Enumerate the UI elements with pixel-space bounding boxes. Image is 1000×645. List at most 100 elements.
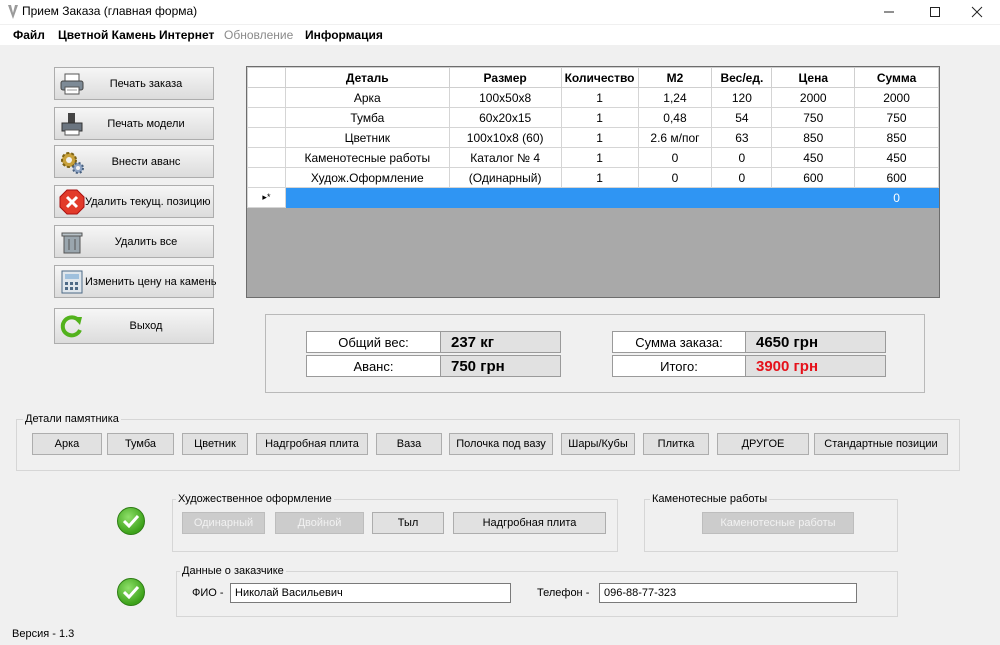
change-price-button[interactable]: Изменить цену на камень <box>54 265 217 298</box>
cell-quantity[interactable]: 1 <box>560 147 639 168</box>
table-row[interactable]: Цветник 100x10x8 (60) 1 2.6 м/пог 63 850… <box>247 127 939 148</box>
cell-detail[interactable]: Худож.Оформление <box>284 167 450 188</box>
detail-vase-button[interactable]: Ваза <box>376 433 442 455</box>
cell-size[interactable] <box>448 187 562 208</box>
detail-tile-button[interactable]: Плитка <box>643 433 709 455</box>
row-header[interactable] <box>247 167 286 188</box>
cell-quantity[interactable]: 1 <box>560 167 639 188</box>
cell-m2[interactable]: 0 <box>637 167 713 188</box>
detail-pedestal-button[interactable]: Тумба <box>107 433 174 455</box>
close-button[interactable] <box>954 0 1000 24</box>
table-row[interactable]: Тумба 60x20x15 1 0,48 54 750 750 <box>247 107 939 128</box>
menu-file[interactable]: Файл <box>13 28 45 42</box>
cell-weight[interactable]: 120 <box>711 87 773 108</box>
table-row[interactable]: Каменотесные работы Каталог № 4 1 0 0 45… <box>247 147 939 168</box>
cell-weight[interactable]: 63 <box>711 127 773 148</box>
cell-weight[interactable]: 0 <box>711 167 773 188</box>
detail-vase-shelf-button[interactable]: Полочка под вазу <box>449 433 553 455</box>
column-header-price[interactable]: Цена <box>771 67 856 88</box>
cell-sum[interactable]: 450 <box>854 147 939 168</box>
cell-quantity[interactable] <box>560 187 639 208</box>
advance-value: 750 грн <box>440 355 561 377</box>
cell-detail[interactable]: Цветник <box>284 127 450 148</box>
column-header-sum[interactable]: Сумма <box>854 67 939 88</box>
cell-quantity[interactable]: 1 <box>560 107 639 128</box>
delete-all-button[interactable]: Удалить все <box>54 225 214 258</box>
menu-update[interactable]: Обновление <box>224 28 293 42</box>
cell-size[interactable]: 60x20x15 <box>448 107 562 128</box>
cell-quantity[interactable]: 1 <box>560 127 639 148</box>
customer-name-label: ФИО - <box>192 587 224 599</box>
cell-detail[interactable] <box>284 187 450 208</box>
menu-information[interactable]: Информация <box>305 28 383 42</box>
cell-price[interactable]: 450 <box>771 147 856 168</box>
cell-size[interactable]: 100x50x8 <box>448 87 562 108</box>
new-row[interactable]: ▸* 0 <box>247 187 939 208</box>
customer-phone-label: Телефон - <box>537 587 590 599</box>
cell-sum[interactable]: 850 <box>854 127 939 148</box>
cell-weight[interactable]: 0 <box>711 147 773 168</box>
stonework-button[interactable]: Каменотесные работы <box>702 512 854 534</box>
row-header[interactable] <box>247 107 286 128</box>
cell-m2[interactable]: 1,24 <box>637 87 713 108</box>
row-header[interactable] <box>247 147 286 168</box>
row-header[interactable] <box>247 127 286 148</box>
advance-label: Аванс: <box>306 355 441 377</box>
cell-size[interactable]: Каталог № 4 <box>448 147 562 168</box>
cell-price[interactable]: 2000 <box>771 87 856 108</box>
maximize-button[interactable] <box>912 0 958 24</box>
cell-sum[interactable]: 600 <box>854 167 939 188</box>
order-grid[interactable]: Деталь Размер Количество М2 Вес/ед. Цена… <box>246 66 940 298</box>
cell-price[interactable]: 600 <box>771 167 856 188</box>
cell-sum[interactable]: 750 <box>854 107 939 128</box>
detail-flowerbed-button[interactable]: Цветник <box>182 433 248 455</box>
print-model-button[interactable]: Печать модели <box>54 107 214 140</box>
art-back-button[interactable]: Тыл <box>372 512 444 534</box>
column-header-weight[interactable]: Вес/ед. <box>711 67 773 88</box>
art-single-button[interactable]: Одинарный <box>182 512 265 534</box>
detail-balls-cubes-button[interactable]: Шары/Кубы <box>561 433 635 455</box>
cell-weight[interactable] <box>711 187 773 208</box>
detail-standard-button[interactable]: Стандартные позиции <box>814 433 948 455</box>
total-weight-value: 237 кг <box>440 331 561 353</box>
cell-size[interactable]: 100x10x8 (60) <box>448 127 562 148</box>
detail-tombstone-button[interactable]: Надгробная плита <box>256 433 368 455</box>
print-order-button[interactable]: Печать заказа <box>54 67 214 100</box>
exit-button[interactable]: Выход <box>54 308 214 344</box>
cell-price[interactable]: 850 <box>771 127 856 148</box>
table-row[interactable]: Арка 100x50x8 1 1,24 120 2000 2000 <box>247 87 939 108</box>
cell-price[interactable] <box>771 187 856 208</box>
cell-m2[interactable]: 0,48 <box>637 107 713 128</box>
detail-other-button[interactable]: ДРУГОЕ <box>717 433 809 455</box>
cell-m2[interactable] <box>637 187 713 208</box>
minimize-button[interactable] <box>866 0 912 24</box>
art-double-button[interactable]: Двойной <box>275 512 364 534</box>
row-header[interactable] <box>247 87 286 108</box>
detail-arch-button[interactable]: Арка <box>32 433 102 455</box>
cell-size[interactable]: (Одинарный) <box>448 167 562 188</box>
cell-detail[interactable]: Каменотесные работы <box>284 147 450 168</box>
new-row-marker[interactable]: ▸* <box>247 187 286 208</box>
cell-sum[interactable]: 2000 <box>854 87 939 108</box>
cell-quantity[interactable]: 1 <box>560 87 639 108</box>
column-header-size[interactable]: Размер <box>448 67 562 88</box>
add-advance-button[interactable]: Внести аванс <box>54 145 214 178</box>
cell-m2[interactable]: 2.6 м/пог <box>637 127 713 148</box>
column-header-quantity[interactable]: Количество <box>560 67 639 88</box>
cell-sum[interactable]: 0 <box>854 187 939 208</box>
menu-colored-stone[interactable]: Цветной Камень <box>58 28 156 42</box>
cell-price[interactable]: 750 <box>771 107 856 128</box>
cell-m2[interactable]: 0 <box>637 147 713 168</box>
details-group-title: Детали памятника <box>23 413 121 425</box>
customer-phone-field[interactable] <box>599 583 857 603</box>
menu-internet[interactable]: Интернет <box>159 28 214 42</box>
column-header-m2[interactable]: М2 <box>637 67 713 88</box>
art-tombstone-button[interactable]: Надгробная плита <box>453 512 606 534</box>
delete-current-button[interactable]: Удалить текущ. позицию <box>54 185 214 218</box>
cell-detail[interactable]: Арка <box>284 87 450 108</box>
cell-weight[interactable]: 54 <box>711 107 773 128</box>
customer-name-field[interactable] <box>230 583 511 603</box>
column-header-detail[interactable]: Деталь <box>284 67 450 88</box>
cell-detail[interactable]: Тумба <box>284 107 450 128</box>
table-row[interactable]: Худож.Оформление (Одинарный) 1 0 0 600 6… <box>247 167 939 188</box>
